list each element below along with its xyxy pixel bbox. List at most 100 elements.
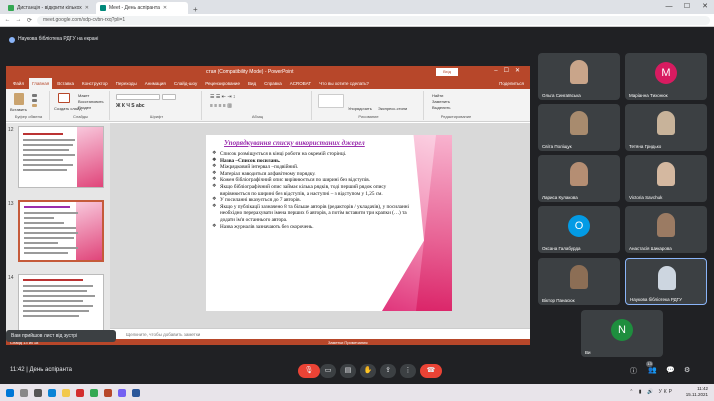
reset-button[interactable]: Восстановить xyxy=(78,99,104,104)
font-name-box[interactable] xyxy=(116,94,160,100)
tab-close-icon[interactable]: ✕ xyxy=(85,5,89,11)
ribbon-tab-acrobat[interactable]: ACROBAT xyxy=(287,78,314,89)
current-slide[interactable]: Упорядкування списку використаних джерел… xyxy=(206,135,452,311)
tab-close-icon[interactable]: ✕ xyxy=(163,5,167,11)
font-size-box[interactable] xyxy=(162,94,176,100)
thumb-number: 14 xyxy=(8,275,14,281)
forward-icon[interactable]: → xyxy=(15,17,22,23)
browser-tab-active[interactable]: Meet - День аспіранта ✕ xyxy=(96,2,188,14)
chrome-icon[interactable] xyxy=(90,388,98,397)
camera-button[interactable]: ▭ xyxy=(320,364,336,378)
minimize-icon[interactable]: — xyxy=(660,0,678,14)
search-icon[interactable] xyxy=(20,388,28,397)
participant-tile-speaking[interactable]: Наукова бібліотека РДГУ xyxy=(625,258,707,305)
close-window-icon[interactable]: ✕ xyxy=(696,0,714,14)
viber-icon[interactable] xyxy=(118,388,126,397)
format-painter-icon[interactable] xyxy=(32,104,37,107)
file-explorer-icon[interactable] xyxy=(62,388,70,397)
cut-icon[interactable] xyxy=(32,94,37,97)
url-field[interactable]: meet.google.com/xdp-cvbn-rxq?pli=1 xyxy=(37,15,710,25)
group-label: Редактирование xyxy=(440,114,472,119)
ribbon-tab-view[interactable]: Вид xyxy=(245,78,259,89)
system-tray[interactable]: ⌃ ▮ 🔊 УКР xyxy=(629,389,674,395)
shapes-gallery-icon[interactable] xyxy=(318,94,344,108)
opera-icon[interactable] xyxy=(76,388,84,397)
select-button[interactable]: Выделить xyxy=(432,105,450,110)
participant-photo xyxy=(657,213,675,237)
participant-tile[interactable]: Лариса Кулакова xyxy=(538,155,620,202)
captions-button[interactable]: ▤ xyxy=(340,364,356,378)
people-icon[interactable]: 👥 xyxy=(648,366,657,374)
participant-tile[interactable]: O Оксана Галабурда xyxy=(538,206,620,253)
status-notes-comments[interactable]: Заметки Примечания xyxy=(328,340,368,345)
participant-tile[interactable]: Victoria Savchuk xyxy=(625,155,707,202)
participant-tile[interactable]: M Маріанна Тихонюк xyxy=(625,53,707,100)
ribbon-tab-animations[interactable]: Анимация xyxy=(142,78,169,89)
browser-tab[interactable]: Дистанція - відкрити кількох ✕ xyxy=(4,2,96,14)
participant-tile[interactable]: Ольга Сингаївська xyxy=(538,53,620,100)
ribbon-tab-home[interactable]: Главная xyxy=(29,78,53,89)
participant-name: Ви xyxy=(585,350,591,355)
edge-icon[interactable] xyxy=(48,388,56,397)
back-icon[interactable]: ← xyxy=(4,17,11,23)
more-options-button[interactable]: ⋮ xyxy=(400,364,416,378)
ribbon-tab-slideshow[interactable]: Слайд-шоу xyxy=(171,78,200,89)
slide-thumbnail-selected[interactable] xyxy=(18,200,104,262)
arrange-button[interactable]: Упорядочить xyxy=(348,106,372,111)
ppt-window-controls[interactable]: –☐✕ xyxy=(494,67,526,74)
participant-photo xyxy=(570,60,588,84)
tell-me-search[interactable]: Что вы хотите сделать? xyxy=(316,78,372,89)
info-icon[interactable]: ⓘ xyxy=(630,366,637,376)
list-buttons[interactable]: ☰ ☰ ⇤ ⇥ ↕ xyxy=(210,94,235,100)
tray-language[interactable]: УКР xyxy=(659,389,674,395)
ribbon-tab-insert[interactable]: Вставка xyxy=(54,78,77,89)
layout-button[interactable]: Макет xyxy=(78,93,89,98)
thumb-line xyxy=(23,310,89,312)
participant-tile[interactable]: Тетяна Гридько xyxy=(625,104,707,151)
slide-thumbnail[interactable] xyxy=(18,274,104,336)
section-button[interactable]: Раздел xyxy=(78,105,91,110)
ribbon-tab-review[interactable]: Рецензирование xyxy=(202,78,243,89)
activities-icon[interactable]: ⚙ xyxy=(684,366,690,374)
mic-off-button[interactable]: 🎙 xyxy=(298,364,320,378)
reload-icon[interactable]: ⟳ xyxy=(26,17,33,24)
paste-button[interactable]: Вставить xyxy=(10,107,27,112)
meet-window: Дистанція - відкрити кількох ✕ Meet - Де… xyxy=(0,0,714,401)
maximize-icon[interactable]: ☐ xyxy=(678,0,696,14)
participant-tile[interactable]: Анастасія Шикарова xyxy=(625,206,707,253)
raise-hand-button[interactable]: ✋ xyxy=(360,364,376,378)
new-tab-button[interactable]: + xyxy=(188,5,203,14)
copy-icon[interactable] xyxy=(32,99,37,102)
browser-tab-strip: Дистанція - відкрити кількох ✕ Meet - Де… xyxy=(0,0,714,14)
notes-pane[interactable]: Щелкните, чтобы добавить заметки xyxy=(110,328,530,339)
ppt-login-button[interactable]: Вхід xyxy=(436,68,458,76)
ribbon-tab-transitions[interactable]: Переходы xyxy=(113,78,140,89)
font-style-buttons[interactable]: Ж К Ч S abc xyxy=(116,103,145,109)
find-button[interactable]: Найти xyxy=(432,93,443,98)
participant-tile[interactable]: Віктор Панасюк xyxy=(538,258,620,305)
ribbon-tab-design[interactable]: Конструктор xyxy=(79,78,111,89)
task-view-icon[interactable] xyxy=(34,388,42,397)
word-icon[interactable] xyxy=(132,388,140,397)
chat-icon[interactable]: 💬 xyxy=(666,366,675,374)
replace-button[interactable]: Заменить xyxy=(432,99,450,104)
thumb-line xyxy=(23,149,69,151)
participant-tile[interactable]: Світа Поліщук xyxy=(538,104,620,151)
slide-bullet: Список розміщується в кінці роботи на ок… xyxy=(212,151,412,158)
leave-call-button[interactable]: ☎ xyxy=(420,364,442,378)
participant-avatar: O xyxy=(568,215,590,237)
start-icon[interactable] xyxy=(6,388,14,397)
align-buttons[interactable]: ≡ ≡ ≡ ≡ ▥ xyxy=(210,103,232,109)
quick-styles-button[interactable]: Экспресс-стили xyxy=(378,106,407,111)
self-tile[interactable]: N Ви xyxy=(581,310,663,357)
taskbar-clock[interactable]: 11:42 15.11.2021 xyxy=(686,386,708,398)
slide-thumbnail[interactable] xyxy=(18,126,104,188)
ribbon-tab-help[interactable]: Справка xyxy=(261,78,285,89)
thumb-line xyxy=(24,227,76,229)
share-button[interactable]: Поделиться xyxy=(496,78,530,89)
participant-name: Світа Поліщук xyxy=(542,144,572,149)
slide-bullet: У посиланні вказується до 7 авторів. xyxy=(212,197,412,204)
ribbon-tab-file[interactable]: Файл xyxy=(10,78,27,89)
powerpoint-icon[interactable] xyxy=(104,388,112,397)
present-button[interactable]: ⇪ xyxy=(380,364,396,378)
